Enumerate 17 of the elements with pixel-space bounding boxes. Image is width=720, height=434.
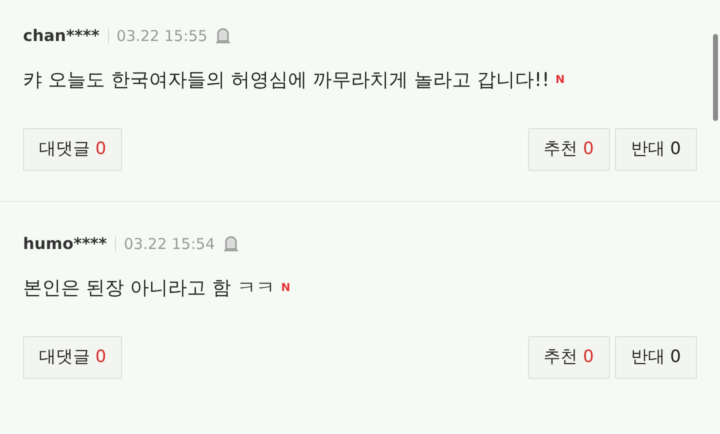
recommend-button[interactable]: 추천 0 <box>528 128 610 171</box>
reply-button[interactable]: 대댓글 0 <box>23 128 122 171</box>
new-label: N <box>555 72 565 88</box>
comment-text: 캬 오늘도 한국여자들의 허영심에 까무라치게 놀라고 갑니다!! <box>23 68 550 93</box>
new-label: N <box>281 280 290 296</box>
bell-icon[interactable] <box>215 27 232 45</box>
scrollbar[interactable] <box>713 34 718 121</box>
recommend-button[interactable]: 추천 0 <box>528 336 610 379</box>
author-name: chan**** <box>23 25 100 47</box>
author-name: humo**** <box>23 233 107 255</box>
timestamp: 03.22 15:55 <box>116 26 208 47</box>
bell-icon[interactable] <box>222 235 239 253</box>
reply-button[interactable]: 대댓글 0 <box>23 336 122 379</box>
oppose-button[interactable]: 반대 0 <box>614 128 697 171</box>
oppose-button[interactable]: 반대 0 <box>614 336 697 379</box>
timestamp: 03.22 15:54 <box>124 234 215 255</box>
comment-text: 본인은 된장 아니라고 함 ㅋㅋ <box>23 276 276 301</box>
